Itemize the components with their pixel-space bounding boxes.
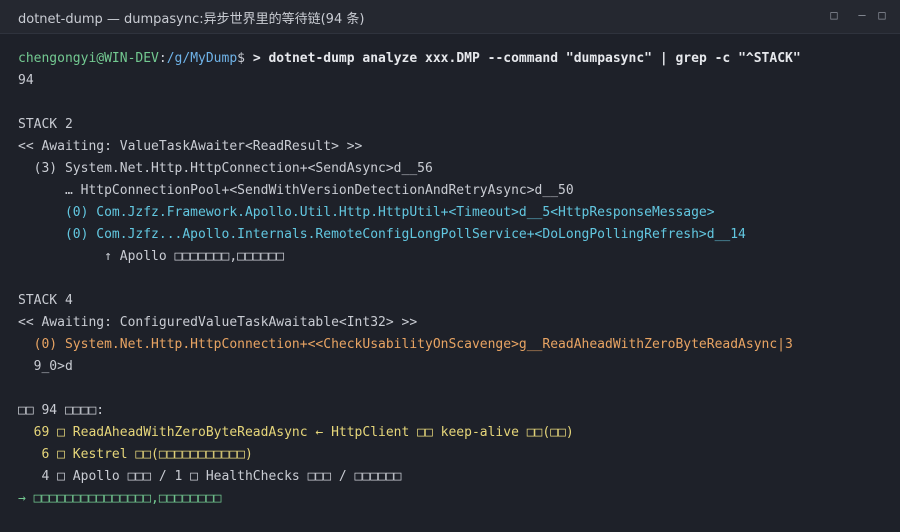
stack2-frame-pool: … HttpConnectionPool+<SendWithVersionDet…	[18, 183, 574, 198]
restore-icon[interactable]: □	[825, 6, 843, 24]
prompt-user-host: chengongyi@WIN-DEV	[18, 51, 159, 66]
summary-item-kestrel: 6 □ Kestrel □□(□□□□□□□□□□□)	[18, 447, 253, 462]
maximize-icon[interactable]: □	[873, 6, 891, 24]
prompt-path: /g/MyDump	[166, 51, 238, 66]
minimize-icon[interactable]: —	[853, 6, 871, 24]
title-bar: dotnet-dump — dumpasync:异步世界里的等待链(94 条) …	[0, 0, 900, 34]
prompt-line: chengongyi@WIN-DEV:/g/MyDump$ > dotnet-d…	[18, 48, 890, 70]
stack2-awaiting: << Awaiting: ValueTaskAwaiter<ReadResult…	[18, 139, 363, 154]
summary-item-apollo: 4 □ Apollo □□□ / 1 □ HealthChecks □□□ / …	[18, 469, 402, 484]
stack2-frame-sendasync: (3) System.Net.Http.HttpConnection+<Send…	[18, 161, 433, 176]
summary-item-readahead: 69 □ ReadAheadWithZeroByteReadAsync ← Ht…	[18, 425, 574, 440]
stack2-frame-httputil: (0) Com.Jzfz.Framework.Apollo.Util.Http.…	[18, 205, 715, 220]
stack2-header: STACK 2	[18, 117, 73, 132]
prompt-symbol: $	[237, 51, 245, 66]
prompt-separator: :	[158, 51, 167, 66]
stack2-frame-longpoll: (0) Com.Jzfz...Apollo.Internals.RemoteCo…	[18, 227, 746, 242]
summary-conclusion: → □□□□□□□□□□□□□□□,□□□□□□□□	[18, 491, 222, 506]
count-output: 94	[18, 73, 34, 88]
summary-header: □□ 94 □□□□:	[18, 403, 105, 418]
stack2-note: ↑ Apollo □□□□□□□,□□□□□□	[18, 249, 285, 264]
stack4-awaiting: << Awaiting: ConfiguredValueTaskAwaitabl…	[18, 315, 418, 330]
stack4-frame-wrap: 9_0>d	[18, 359, 73, 374]
stack4-frame-readahead: (0) System.Net.Http.HttpConnection+<<Che…	[18, 337, 793, 352]
command-text: > dotnet-dump analyze xxx.DMP --command …	[252, 51, 801, 66]
window-title: dotnet-dump — dumpasync:异步世界里的等待链(94 条)	[18, 12, 365, 27]
stack4-header: STACK 4	[18, 293, 73, 308]
terminal-output[interactable]: chengongyi@WIN-DEV:/g/MyDump$ > dotnet-d…	[18, 48, 890, 510]
